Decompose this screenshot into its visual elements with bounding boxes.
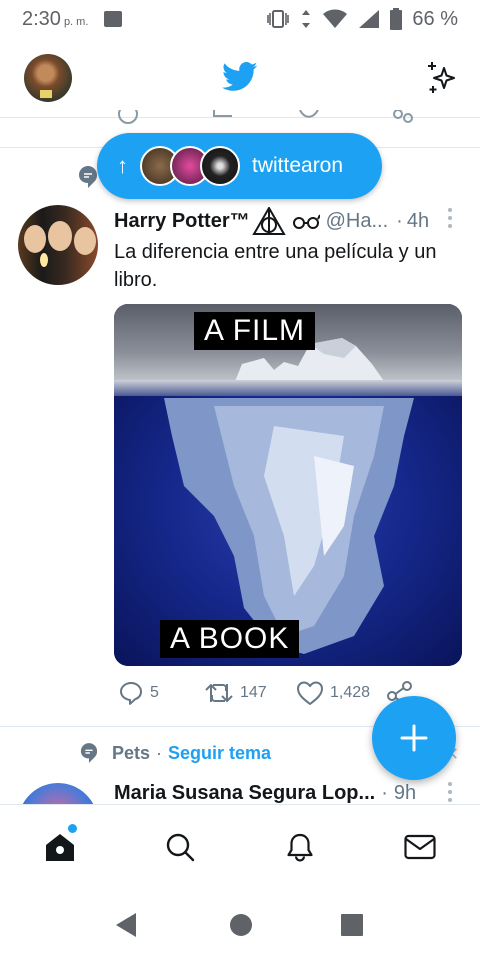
follow-topic-button[interactable]: Seguir tema	[168, 743, 271, 764]
separator-dot: ·	[381, 781, 388, 804]
reply-count: 5	[150, 684, 159, 701]
tweet-timestamp: 9h	[393, 781, 417, 804]
previous-tweet-action-icons	[118, 110, 413, 124]
bottom-navigation	[0, 804, 480, 890]
media-caption-top: A FILM	[194, 312, 316, 350]
tweet-author-name[interactable]: Maria Susana Segura Lop...	[114, 782, 375, 805]
tweet-more-options-icon[interactable]	[448, 208, 452, 232]
deathly-hallows-icon	[251, 207, 286, 235]
tweet-timestamp: 4h	[406, 209, 430, 232]
home-unread-indicator	[68, 824, 77, 833]
back-icon[interactable]	[114, 912, 138, 938]
home-icon	[46, 834, 74, 861]
topic-context-row: Pets · Seguir tema	[80, 740, 271, 766]
nav-home[interactable]	[42, 829, 78, 865]
app-header	[0, 40, 480, 118]
new-tweets-pill[interactable]: ↑ twittearon	[97, 133, 382, 199]
clock: 2:30	[22, 7, 61, 30]
pill-avatar	[200, 146, 240, 186]
tweet-author-avatar[interactable]	[18, 205, 98, 285]
messages-envelope-icon	[404, 834, 436, 860]
separator-dot: ·	[396, 209, 403, 232]
glasses-icon	[292, 214, 320, 229]
data-arrows-icon	[302, 10, 311, 28]
notifications-bell-icon	[287, 833, 313, 862]
profile-avatar[interactable]	[24, 54, 72, 102]
previous-tweet-actions	[0, 110, 480, 130]
heart-icon	[297, 681, 323, 705]
tweet-text: La diferencia entre una película y un li…	[114, 241, 437, 291]
tweet-header: Maria Susana Segura Lop... · 9h	[114, 780, 416, 806]
plus-icon	[400, 724, 428, 752]
compose-tweet-button[interactable]	[372, 696, 456, 780]
like-button[interactable]: 1,428	[296, 680, 370, 706]
nav-messages[interactable]	[402, 829, 438, 865]
clock-ampm: p. m.	[63, 16, 89, 28]
search-icon	[166, 833, 195, 862]
twitter-bird-icon[interactable]	[222, 62, 258, 92]
nav-search[interactable]	[162, 829, 198, 865]
tweet-header: Harry Potter™ @Ha... · 4h	[114, 206, 429, 236]
battery-percent: 66 %	[412, 7, 458, 30]
sparkle-icon[interactable]	[424, 60, 460, 96]
tweet-actions: 5 147 1,428	[114, 680, 414, 712]
retweet-button[interactable]: 147	[204, 680, 267, 706]
wifi-icon	[323, 9, 348, 28]
reply-button[interactable]: 5	[118, 680, 159, 706]
tweet-author-handle[interactable]: @Ha...	[326, 210, 389, 233]
new-tweets-label: twittearon	[252, 154, 344, 177]
topic-separator: ·	[156, 742, 163, 763]
battery-icon	[390, 8, 403, 30]
system-navigation-bar	[0, 890, 480, 960]
reply-icon	[120, 682, 142, 705]
gallery-notification-icon	[104, 11, 123, 27]
retweet-count: 147	[240, 684, 267, 701]
status-bar: 2:30 p. m. 66 %	[0, 0, 480, 38]
retweet-icon	[205, 684, 233, 702]
arrow-up-icon: ↑	[117, 153, 128, 178]
topic-name[interactable]: Pets	[112, 743, 150, 764]
topic-icon	[80, 743, 98, 763]
home-circle-icon[interactable]	[229, 912, 253, 938]
iceberg-underwater	[164, 398, 414, 654]
tweet-more-options-icon[interactable]	[448, 782, 452, 806]
recents-square-icon[interactable]	[340, 912, 364, 938]
vibrate-icon	[267, 10, 290, 28]
topic-context-icon	[79, 166, 97, 188]
tweet-media-image[interactable]: A FILM A BOOK	[114, 304, 462, 666]
nav-notifications[interactable]	[282, 829, 318, 865]
media-caption-bottom: A BOOK	[160, 620, 300, 658]
signal-icon	[359, 10, 380, 28]
tweet-author-name[interactable]: Harry Potter™	[114, 210, 250, 233]
like-count: 1,428	[330, 684, 371, 701]
